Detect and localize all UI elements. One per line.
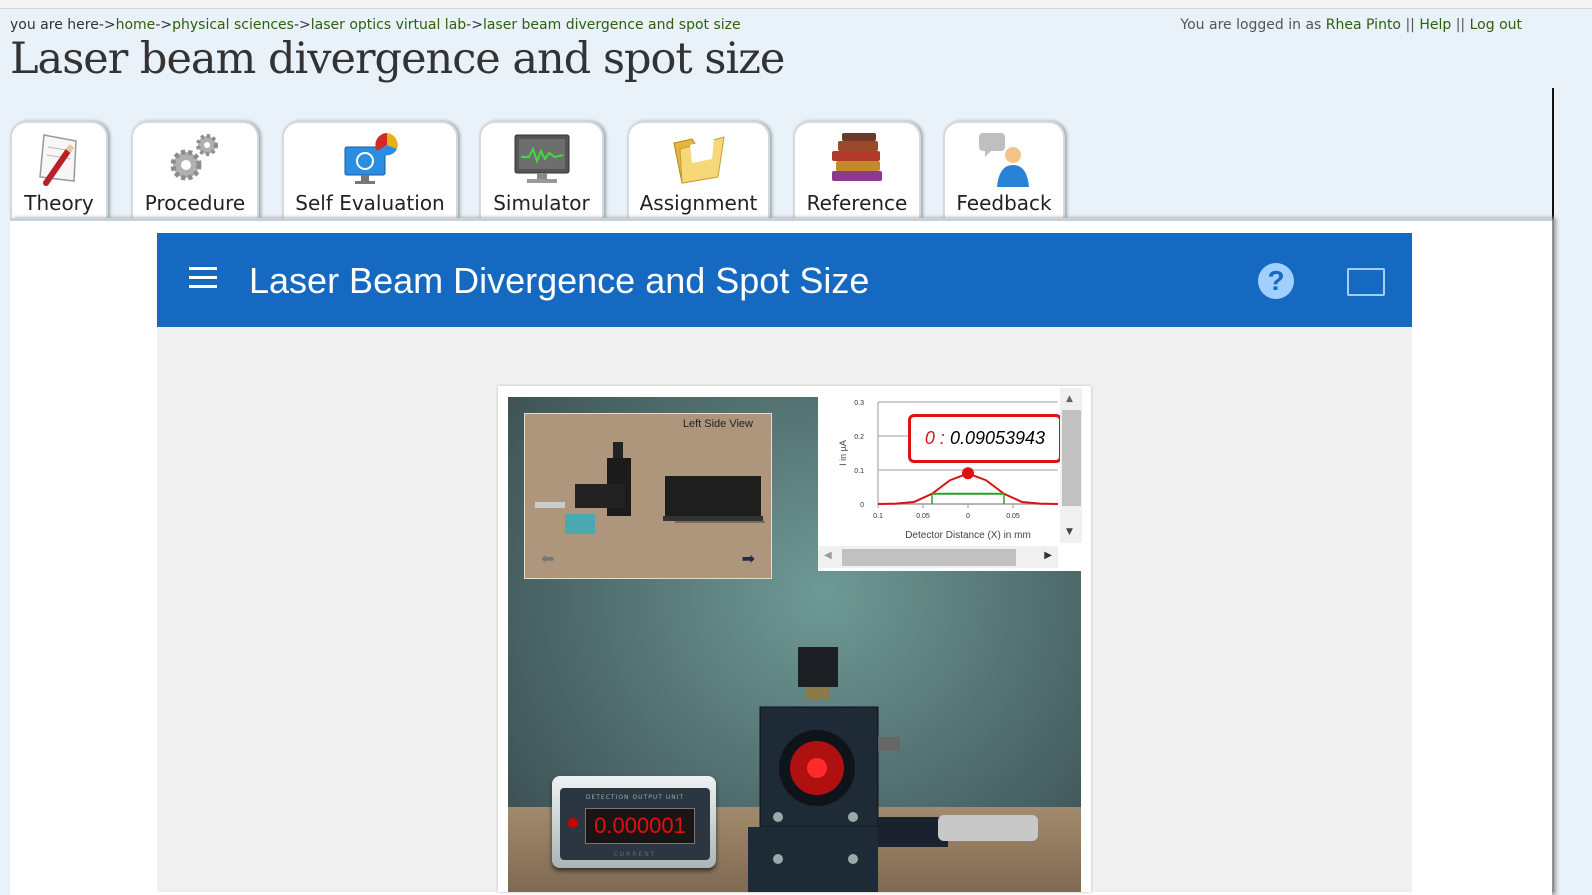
folder-icon [672,136,725,184]
scroll-left-icon[interactable]: ◀ [824,550,832,561]
help-link[interactable]: Help [1419,17,1451,33]
logout-link[interactable]: Log out [1470,17,1522,33]
scroll-down-icon[interactable]: ▼ [1066,527,1073,537]
next-view-arrow-icon[interactable]: ➡ [742,549,755,568]
breadcrumb-section-link[interactable]: physical sciences [172,17,294,33]
tab-feedback[interactable]: Feedback [943,121,1065,219]
tab-label: Feedback [956,191,1052,215]
tooltip-value: 0.09053943 [949,428,1046,448]
page-title: Laser beam divergence and spot size [10,34,785,84]
help-icon[interactable]: ? [1258,263,1294,299]
pencil-paper-icon [39,134,77,186]
x-tick-label: 0.1 [873,513,883,520]
data-point-tooltip: 0 : 0.09053943 [908,414,1062,463]
unit-panel: DETECTION OUTPUT UNIT 0.000001 CURRENT [560,788,710,860]
menu-icon[interactable] [189,267,217,289]
monitor-pie-icon [344,133,398,184]
tab-assignment[interactable]: Assignment [627,121,770,219]
tab-theory[interactable]: Theory [10,121,108,219]
unit-title: DETECTION OUTPUT UNIT [585,794,685,801]
app-title: Laser Beam Divergence and Spot Size [249,260,870,301]
gears-icon [170,134,218,181]
left-side-view-inset: Left Side View ⬅ ➡ [524,413,772,579]
fullscreen-icon[interactable] [1347,268,1385,296]
y-tick-label: 0 [860,502,864,509]
vertical-scroll-thumb[interactable] [1062,410,1081,506]
books-icon [832,133,882,181]
tab-reference[interactable]: Reference [793,121,921,219]
login-separator: || [1455,17,1466,33]
user-name-link[interactable]: Rhea Pinto [1326,17,1401,33]
tab-label: Simulator [493,191,590,215]
tab-label: Assignment [639,191,758,215]
breadcrumb-page-link[interactable]: laser beam divergence and spot size [483,17,741,33]
tab-simulator[interactable]: Simulator [479,121,604,219]
x-tick-label: 0.05 [916,513,930,520]
scroll-right-icon[interactable]: ▶ [1044,550,1052,561]
chart-svg: 0 0.1 0.2 0.3 0.1 0.05 0 0.05 Detector Distance … [838,400,1059,541]
y-tick-label: 0.1 [854,468,864,475]
tooltip-key: 0 : [924,428,945,448]
side-view-drawing [535,442,765,534]
breadcrumb-home-link[interactable]: home [116,17,156,33]
tab-label: Procedure [144,191,246,215]
tab-label: Reference [806,191,908,215]
tab-self-evaluation[interactable]: Self Evaluation [282,121,458,219]
y-tick-label: 0.2 [854,434,864,441]
tab-procedure[interactable]: Procedure [131,121,259,219]
breadcrumb: you are here->home->physical sciences->l… [10,17,741,33]
login-status: You are logged in as Rhea Pinto || Help … [1180,17,1522,33]
horizontal-scrollbar[interactable]: ◀ ▶ [818,546,1058,568]
unit-sublabel: CURRENT [613,851,657,858]
top-border [0,0,1592,9]
breadcrumb-separator: -> [293,17,311,33]
breadcrumb-prefix: you are here-> [10,17,116,33]
login-separator: || [1405,17,1415,33]
person-speech-icon [979,133,1029,187]
login-prefix: You are logged in as [1180,17,1322,33]
detection-output-unit: DETECTION OUTPUT UNIT 0.000001 CURRENT [552,776,716,868]
horizontal-scroll-thumb[interactable] [842,549,1016,566]
peak-data-point [962,467,974,480]
x-tick-label: 0 [966,513,970,520]
breadcrumb-separator: -> [466,17,483,33]
x-tick-label: 0.05 [1006,513,1020,520]
page-right-border [1552,88,1554,892]
monitor-graph-icon [514,134,569,183]
y-tick-label: 0.3 [854,400,864,407]
tab-label: Self Evaluation [295,191,445,215]
vertical-scrollbar[interactable]: ▲ ▼ [1060,388,1082,543]
power-knob[interactable] [568,818,578,828]
breadcrumb-lab-link[interactable]: laser optics virtual lab [311,17,466,33]
app-bar: Laser Beam Divergence and Spot Size ? [157,233,1412,327]
x-axis-label: Detector Distance (X) in mm [905,530,1031,541]
previous-view-arrow-icon[interactable]: ⬅ [541,549,554,568]
breadcrumb-separator: -> [155,17,173,33]
tab-label: Theory [24,191,94,215]
y-axis-label: I in µA [838,440,848,466]
scroll-up-icon[interactable]: ▲ [1066,394,1073,404]
current-reading-display: 0.000001 [585,808,695,844]
